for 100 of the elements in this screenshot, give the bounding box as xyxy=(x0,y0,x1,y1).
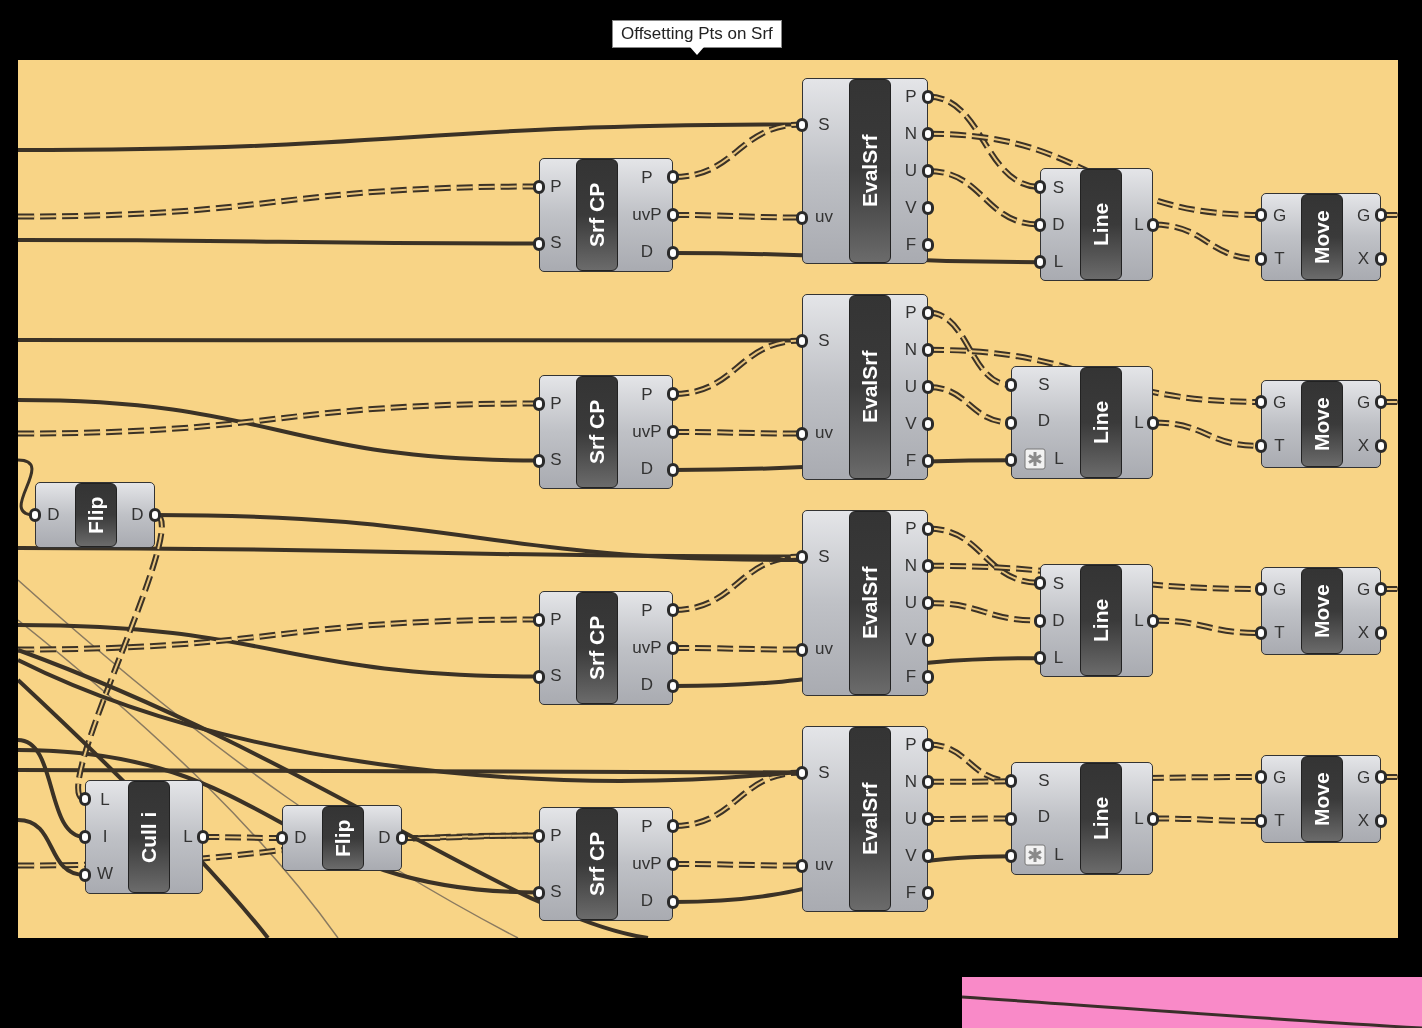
port-handle[interactable] xyxy=(1375,395,1387,409)
port-handle[interactable] xyxy=(922,238,934,253)
port-handle[interactable] xyxy=(1375,439,1387,453)
component-node[interactable]: S uv EvalSrf P N U V F xyxy=(802,294,928,480)
port-handle[interactable] xyxy=(1005,811,1017,826)
port-handle[interactable] xyxy=(796,210,808,225)
port-handle[interactable] xyxy=(1034,575,1046,590)
component-node[interactable]: S D L Line L xyxy=(1011,762,1153,875)
port-handle[interactable] xyxy=(1005,849,1017,864)
port-handle[interactable] xyxy=(533,453,545,468)
port-handle[interactable] xyxy=(922,849,934,864)
port-handle[interactable] xyxy=(1005,453,1017,468)
port-handle[interactable] xyxy=(533,828,545,843)
component-node[interactable]: S uv EvalSrf P N U V F xyxy=(802,726,928,912)
port-handle[interactable] xyxy=(1255,439,1267,453)
port-handle[interactable] xyxy=(922,201,934,216)
port-handle[interactable] xyxy=(1034,255,1046,270)
component-node[interactable]: P S Srf CP P uvP D xyxy=(539,375,673,489)
component-node[interactable]: P S Srf CP P uvP D xyxy=(539,158,673,272)
port-handle[interactable] xyxy=(533,396,545,411)
component-node[interactable]: D Flip D xyxy=(35,482,155,548)
port-handle[interactable] xyxy=(667,603,679,617)
port-handle[interactable] xyxy=(667,819,679,833)
port-handle[interactable] xyxy=(1034,179,1046,194)
port-handle[interactable] xyxy=(922,417,934,432)
port-handle[interactable] xyxy=(1375,770,1387,784)
port-label: P xyxy=(905,303,917,324)
port-handle[interactable] xyxy=(79,830,91,844)
port-handle[interactable] xyxy=(1034,613,1046,628)
component-name: Flip xyxy=(322,806,364,870)
port-handle[interactable] xyxy=(276,831,288,845)
port-handle[interactable] xyxy=(796,642,808,657)
port-handle[interactable] xyxy=(922,164,934,178)
port-handle[interactable] xyxy=(1255,252,1267,266)
port-handle[interactable] xyxy=(667,208,679,222)
port-handle[interactable] xyxy=(1005,773,1017,788)
port-handle[interactable] xyxy=(796,333,808,348)
port-handle[interactable] xyxy=(1034,217,1046,232)
component-node[interactable]: P S Srf CP P uvP D xyxy=(539,591,673,705)
component-node[interactable]: S uv EvalSrf P N U V F xyxy=(802,510,928,696)
port-handle[interactable] xyxy=(667,679,679,693)
port-handle[interactable] xyxy=(667,387,679,401)
port-handle[interactable] xyxy=(1255,626,1267,640)
port-handle[interactable] xyxy=(667,857,679,871)
component-node[interactable]: S D L Line L xyxy=(1040,168,1153,281)
port-handle[interactable] xyxy=(1375,582,1387,596)
component-node[interactable]: S D L Line L xyxy=(1011,366,1153,479)
port-handle[interactable] xyxy=(922,454,934,469)
component-node[interactable]: L I W Cull i L xyxy=(85,780,203,894)
port-handle[interactable] xyxy=(1375,208,1387,222)
port-handle[interactable] xyxy=(533,612,545,627)
port-handle[interactable] xyxy=(1375,814,1387,828)
port-handle[interactable] xyxy=(1375,252,1387,266)
port-handle[interactable] xyxy=(796,117,808,132)
component-node[interactable]: S uv EvalSrf P N U V F xyxy=(802,78,928,264)
port-handle[interactable] xyxy=(1255,814,1267,828)
port-handle[interactable] xyxy=(796,426,808,441)
port-handle[interactable] xyxy=(79,792,91,806)
port-handle[interactable] xyxy=(79,868,91,882)
port-handle[interactable] xyxy=(922,596,934,610)
port-handle[interactable] xyxy=(533,885,545,900)
port-handle[interactable] xyxy=(533,179,545,194)
port-label: D xyxy=(294,828,307,848)
port-handle[interactable] xyxy=(197,830,209,844)
port-handle[interactable] xyxy=(29,508,41,522)
port-handle[interactable] xyxy=(922,886,934,901)
component-node[interactable]: G T Move G X xyxy=(1261,380,1381,468)
port-handle[interactable] xyxy=(922,633,934,648)
port-handle[interactable] xyxy=(1375,626,1387,640)
port-handle[interactable] xyxy=(667,895,679,909)
port-handle[interactable] xyxy=(149,508,161,522)
component-name: Move xyxy=(1301,194,1343,280)
port-handle[interactable] xyxy=(922,670,934,685)
port-handle[interactable] xyxy=(533,236,545,251)
port-handle[interactable] xyxy=(667,170,679,184)
port-handle[interactable] xyxy=(667,463,679,477)
port-handle[interactable] xyxy=(922,812,934,826)
component-node[interactable]: G T Move G X xyxy=(1261,755,1381,843)
component-node[interactable]: G T Move G X xyxy=(1261,567,1381,655)
port-handle[interactable] xyxy=(667,641,679,655)
port-handle[interactable] xyxy=(1255,582,1267,596)
component-node[interactable]: P S Srf CP P uvP D xyxy=(539,807,673,921)
port-handle[interactable] xyxy=(533,669,545,684)
port-handle[interactable] xyxy=(1255,770,1267,784)
port-label: G xyxy=(1356,767,1371,788)
port-handle[interactable] xyxy=(1005,377,1017,392)
port-handle[interactable] xyxy=(667,425,679,439)
port-handle[interactable] xyxy=(796,858,808,873)
port-handle[interactable] xyxy=(796,549,808,564)
port-handle[interactable] xyxy=(1255,395,1267,409)
component-node[interactable]: S D L Line L xyxy=(1040,564,1153,677)
port-handle[interactable] xyxy=(1255,208,1267,222)
component-node[interactable]: D Flip D xyxy=(282,805,402,871)
port-handle[interactable] xyxy=(922,380,934,394)
port-handle[interactable] xyxy=(796,765,808,780)
port-handle[interactable] xyxy=(667,246,679,260)
port-handle[interactable] xyxy=(1034,651,1046,666)
component-node[interactable]: G T Move G X xyxy=(1261,193,1381,281)
port-handle[interactable] xyxy=(1005,415,1017,430)
port-label: X xyxy=(1357,622,1370,643)
